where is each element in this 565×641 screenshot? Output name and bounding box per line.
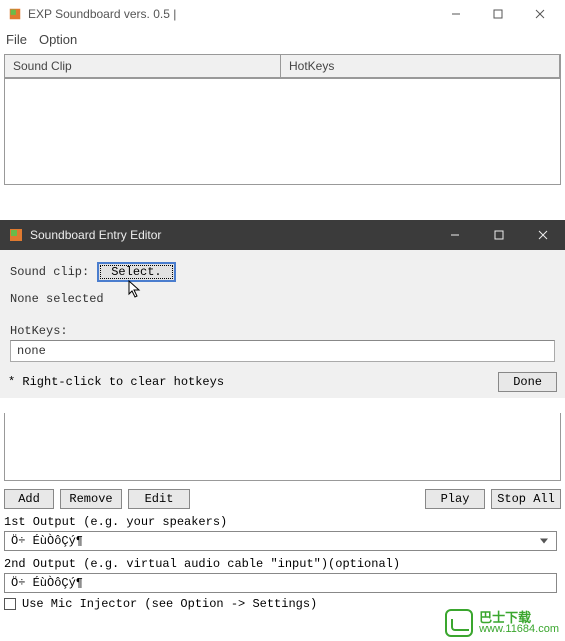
output2-label: 2nd Output (e.g. virtual audio cable "in… <box>4 557 561 571</box>
dialog-maximize-button[interactable] <box>477 220 521 250</box>
mic-injector-checkbox[interactable] <box>4 598 16 610</box>
edit-button[interactable]: Edit <box>128 489 190 509</box>
output1-value: Ö÷ ÉùÒôÇý¶ <box>11 534 83 548</box>
dialog-minimize-button[interactable] <box>433 220 477 250</box>
table-body[interactable] <box>4 79 561 185</box>
hotkeys-label: HotKeys: <box>10 324 555 338</box>
soundclip-label: Sound clip: <box>10 265 89 279</box>
soundclip-row: Sound clip: Select. <box>10 262 555 282</box>
column-header-soundclip[interactable]: Sound Clip <box>5 55 281 78</box>
output1-select[interactable]: Ö÷ ÉùÒôÇý¶ <box>4 531 557 551</box>
maximize-button[interactable] <box>477 3 519 25</box>
clear-hotkeys-note: * Right-click to clear hotkeys <box>8 375 224 389</box>
window-title: EXP Soundboard vers. 0.5 | <box>28 7 435 21</box>
done-button[interactable]: Done <box>498 372 557 392</box>
output2-value: Ö÷ ÉùÒôÇý¶ <box>11 576 83 590</box>
mic-injector-label: Use Mic Injector (see Option -> Settings… <box>22 597 317 611</box>
minimize-button[interactable] <box>435 3 477 25</box>
window-controls <box>435 3 561 25</box>
select-button[interactable]: Select. <box>97 262 175 282</box>
output1-label: 1st Output (e.g. your speakers) <box>4 515 561 529</box>
table-header: Sound Clip HotKeys <box>4 54 561 79</box>
dialog-icon <box>10 229 22 241</box>
menu-option[interactable]: Option <box>39 32 77 47</box>
dialog-close-button[interactable] <box>521 220 565 250</box>
menubar: File Option <box>0 28 565 50</box>
entry-editor-dialog: Soundboard Entry Editor Sound clip: Sele… <box>0 220 565 398</box>
add-button[interactable]: Add <box>4 489 54 509</box>
stopall-button[interactable]: Stop All <box>491 489 561 509</box>
dialog-title: Soundboard Entry Editor <box>30 228 433 242</box>
watermark-logo-icon <box>445 609 473 637</box>
hotkeys-input[interactable] <box>10 340 555 362</box>
dialog-footer: * Right-click to clear hotkeys Done <box>0 366 565 398</box>
button-row: Add Remove Edit Play Stop All <box>4 489 561 509</box>
content-area: Sound Clip HotKeys <box>0 50 565 189</box>
remove-button[interactable]: Remove <box>60 489 122 509</box>
none-selected-text: None selected <box>10 292 555 306</box>
close-button[interactable] <box>519 3 561 25</box>
titlebar: EXP Soundboard vers. 0.5 | <box>0 0 565 28</box>
watermark-bot: www.11684.com <box>479 624 559 635</box>
output2-select[interactable]: Ö÷ ÉùÒôÇý¶ <box>4 573 557 593</box>
menu-file[interactable]: File <box>6 32 27 47</box>
bottom-section: Add Remove Edit Play Stop All 1st Output… <box>4 413 561 611</box>
table-body-continued[interactable] <box>4 413 561 481</box>
app-icon <box>8 7 22 21</box>
dialog-titlebar[interactable]: Soundboard Entry Editor <box>0 220 565 250</box>
watermark: 巴士下载 www.11684.com <box>439 605 565 641</box>
play-button[interactable]: Play <box>425 489 485 509</box>
dialog-body: Sound clip: Select. None selected HotKey… <box>0 250 565 366</box>
column-header-hotkeys[interactable]: HotKeys <box>281 55 560 78</box>
main-window: EXP Soundboard vers. 0.5 | File Option S… <box>0 0 565 189</box>
